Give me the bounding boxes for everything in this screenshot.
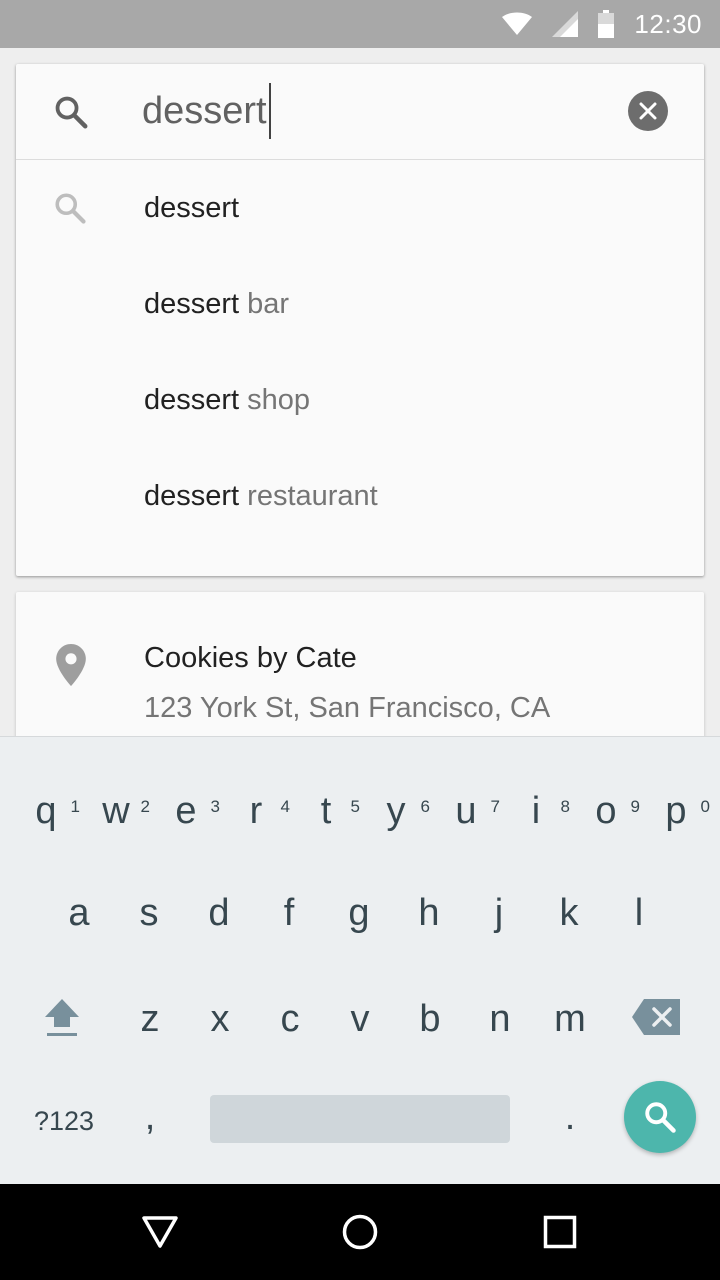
suggestion-label: dessert shop bbox=[144, 383, 311, 416]
suggestion-item[interactable]: dessert shop bbox=[16, 352, 704, 448]
recents-icon bbox=[543, 1215, 577, 1249]
backspace-key[interactable] bbox=[620, 969, 692, 1065]
key-b[interactable]: b bbox=[394, 969, 466, 1065]
wifi-icon bbox=[502, 12, 533, 35]
key-w[interactable]: w2 bbox=[80, 761, 152, 857]
comma-key[interactable]: , bbox=[114, 1067, 186, 1163]
symbols-key[interactable]: ?123 bbox=[20, 1073, 108, 1169]
period-key[interactable]: . bbox=[534, 1067, 606, 1163]
key-n[interactable]: n bbox=[464, 969, 536, 1065]
keyboard-search-button[interactable] bbox=[624, 1081, 696, 1153]
home-button[interactable] bbox=[336, 1208, 384, 1256]
place-address: 123 York St, San Francisco, CA bbox=[144, 692, 551, 724]
key-a[interactable]: a bbox=[43, 863, 115, 959]
key-q[interactable]: q1 bbox=[10, 761, 82, 857]
home-icon bbox=[342, 1214, 378, 1250]
key-p[interactable]: p0 bbox=[640, 761, 712, 857]
suggestion-item[interactable]: dessert bar bbox=[16, 256, 704, 352]
battery-icon bbox=[598, 10, 615, 38]
key-e[interactable]: e3 bbox=[150, 761, 222, 857]
key-t[interactable]: t5 bbox=[290, 761, 362, 857]
suggestion-label: dessert bar bbox=[144, 287, 290, 320]
key-j[interactable]: j bbox=[463, 863, 535, 959]
key-f[interactable]: f bbox=[253, 863, 325, 959]
search-card: dessert dessert dessert bar dessert shop… bbox=[16, 64, 704, 576]
search-query: dessert bbox=[142, 90, 267, 132]
search-icon bbox=[55, 96, 88, 129]
space-key[interactable] bbox=[210, 1095, 510, 1143]
suggestion-list: dessert dessert bar dessert shop dessert… bbox=[16, 160, 704, 544]
key-g[interactable]: g bbox=[323, 863, 395, 959]
clear-search-button[interactable] bbox=[628, 91, 668, 131]
suggestion-item[interactable]: dessert restaurant bbox=[16, 448, 704, 544]
key-x[interactable]: x bbox=[184, 969, 256, 1065]
navigation-bar bbox=[0, 1184, 720, 1280]
back-button[interactable] bbox=[136, 1208, 184, 1256]
key-m[interactable]: m bbox=[534, 969, 606, 1065]
place-name: Cookies by Cate bbox=[144, 642, 357, 674]
key-i[interactable]: i8 bbox=[500, 761, 572, 857]
backspace-icon bbox=[632, 999, 680, 1035]
key-k[interactable]: k bbox=[533, 863, 605, 959]
search-icon bbox=[55, 193, 86, 224]
status-time: 12:30 bbox=[634, 8, 702, 39]
suggestion-label: dessert bbox=[144, 191, 240, 224]
key-y[interactable]: y6 bbox=[360, 761, 432, 857]
key-v[interactable]: v bbox=[324, 969, 396, 1065]
key-u[interactable]: u7 bbox=[430, 761, 502, 857]
soft-keyboard: q1 w2 e3 r4 t5 y6 u7 i8 o9 p0 a s d f g … bbox=[0, 736, 720, 1185]
key-c[interactable]: c bbox=[254, 969, 326, 1065]
key-o[interactable]: o9 bbox=[570, 761, 642, 857]
key-h[interactable]: h bbox=[393, 863, 465, 959]
key-r[interactable]: r4 bbox=[220, 761, 292, 857]
search-icon bbox=[645, 1102, 676, 1133]
recents-button[interactable] bbox=[536, 1208, 584, 1256]
location-pin-icon bbox=[56, 644, 86, 686]
search-bar: dessert bbox=[16, 64, 704, 160]
key-z[interactable]: z bbox=[114, 969, 186, 1065]
suggestion-item[interactable]: dessert bbox=[16, 160, 704, 256]
shift-key[interactable] bbox=[26, 969, 98, 1065]
search-input[interactable]: dessert bbox=[142, 83, 271, 139]
key-d[interactable]: d bbox=[183, 863, 255, 959]
shift-icon bbox=[45, 999, 79, 1036]
suggestion-label: dessert restaurant bbox=[144, 479, 378, 512]
clear-icon bbox=[639, 102, 657, 120]
key-s[interactable]: s bbox=[113, 863, 185, 959]
key-l[interactable]: l bbox=[603, 863, 675, 959]
cell-signal-icon bbox=[552, 11, 579, 37]
back-icon bbox=[142, 1216, 178, 1248]
status-bar: 12:30 bbox=[0, 0, 720, 48]
text-caret bbox=[268, 83, 271, 139]
